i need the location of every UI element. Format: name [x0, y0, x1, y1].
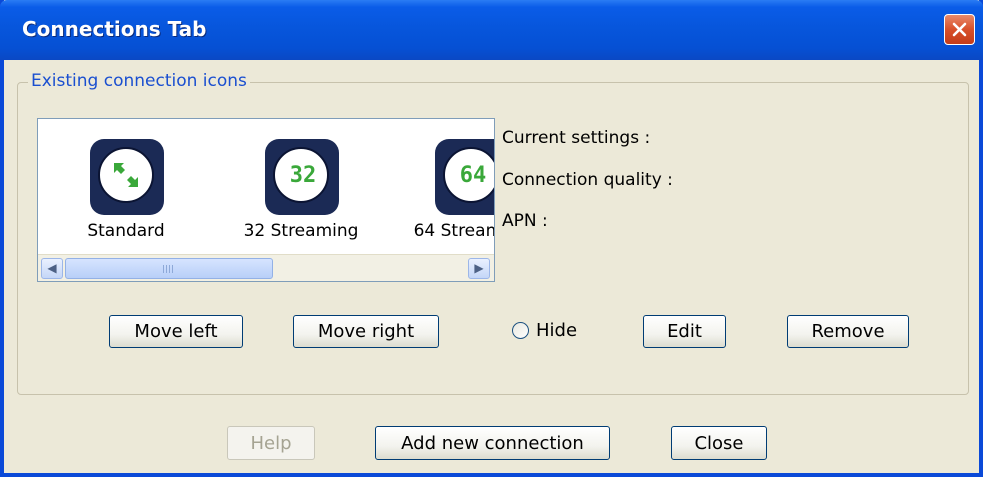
hide-radio-label: Hide: [536, 320, 578, 341]
hide-radio[interactable]: [512, 322, 529, 339]
apn-label: APN :: [502, 211, 548, 231]
icon-badge-text: 32: [289, 163, 317, 188]
connection-label: 64 Streaming: [413, 221, 494, 241]
connection-item-64-streaming[interactable]: 64 64 Streaming: [383, 139, 494, 249]
close-icon: [952, 22, 967, 37]
connection-label: 32 Streaming: [243, 221, 359, 241]
connection-label: Standard: [87, 221, 165, 241]
remove-button[interactable]: Remove: [787, 315, 909, 348]
scroll-thumb[interactable]: [65, 258, 273, 279]
connection-item-32-streaming[interactable]: 32 32 Streaming: [213, 139, 363, 249]
double-arrow-icon: [114, 163, 138, 187]
chevron-left-icon: ◀: [47, 261, 57, 275]
icon-badge-text: 64: [459, 163, 487, 188]
move-right-button[interactable]: Move right: [293, 315, 439, 348]
horizontal-scrollbar[interactable]: ◀ ▶: [38, 254, 494, 281]
title-bar[interactable]: Connections Tab: [0, 0, 983, 60]
current-settings-label: Current settings :: [502, 128, 651, 148]
grip-icon: [163, 265, 175, 273]
window-title: Connections Tab: [22, 17, 207, 41]
help-button[interactable]: Help: [227, 426, 315, 460]
close-window-button[interactable]: [944, 14, 975, 45]
connection-quality-label: Connection quality :: [502, 170, 673, 190]
move-left-button[interactable]: Move left: [109, 315, 243, 348]
streaming-32-icon: 32: [265, 139, 339, 215]
standard-connection-icon: [90, 139, 164, 215]
add-new-connection-button[interactable]: Add new connection: [375, 426, 610, 460]
close-button[interactable]: Close: [671, 426, 767, 460]
group-legend: Existing connection icons: [28, 71, 250, 91]
connection-item-standard[interactable]: Standard: [38, 139, 188, 249]
scroll-left-button[interactable]: ◀: [41, 258, 63, 279]
chevron-right-icon: ▶: [474, 261, 484, 275]
streaming-64-icon: 64: [435, 139, 494, 215]
edit-button[interactable]: Edit: [643, 315, 726, 348]
scroll-right-button[interactable]: ▶: [468, 258, 490, 279]
connection-icon-list[interactable]: Standard 32 32 Streaming 64 64 Streaming…: [37, 118, 495, 282]
